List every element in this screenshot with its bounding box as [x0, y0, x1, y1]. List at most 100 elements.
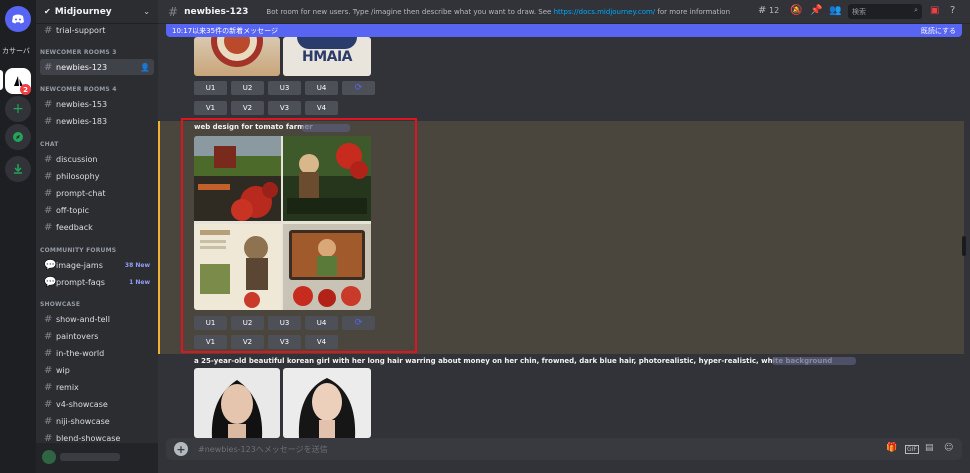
avatar[interactable] [42, 450, 56, 464]
pin-icon[interactable]: 📌 [810, 5, 822, 16]
channel-discussion[interactable]: # discussion [40, 151, 154, 167]
u2-button[interactable]: U2 [231, 81, 264, 95]
v3-button[interactable]: V3 [268, 101, 301, 115]
gift-icon[interactable]: 🎁 [886, 443, 897, 453]
channel-label: prompt-faqs [56, 277, 105, 287]
channel-off-topic[interactable]: # off-topic [40, 202, 154, 218]
category-newcomer-rooms-3[interactable]: NEWCOMER ROOMS 3 [40, 49, 117, 56]
message-image-tile[interactable] [283, 368, 371, 438]
attach-plus-icon[interactable]: + [174, 442, 188, 456]
u4-button[interactable]: U4 [305, 81, 338, 95]
message-image-tile-logo[interactable]: HMAIA [283, 37, 371, 76]
forum-image-jams[interactable]: 💬 image-jams 38 New [40, 257, 154, 273]
explore-servers-icon[interactable] [5, 124, 31, 150]
download-apps-icon[interactable] [5, 156, 31, 182]
channel-label: remix [56, 382, 79, 392]
channel-trial-support[interactable]: # trial-support [40, 22, 154, 38]
channel-label: wip [56, 365, 70, 375]
channel-label: off-topic [56, 205, 90, 215]
channel-newbies-183[interactable]: # newbies-183 [40, 113, 154, 129]
mute-bell-icon[interactable]: 🔕 [790, 5, 802, 16]
hash-icon: # [44, 432, 53, 444]
new-messages-bar[interactable]: 10:17以来35件の新着メッセージ 既読にする [166, 24, 962, 37]
channel-label: discussion [56, 154, 98, 164]
new-messages-text: 10:17以来35件の新着メッセージ [172, 26, 278, 35]
channel-v4-showcase[interactable]: # v4-showcase [40, 396, 154, 412]
v4-button[interactable]: V4 [305, 101, 338, 115]
v2-button[interactable]: V2 [231, 101, 264, 115]
message-image-tile[interactable] [194, 37, 280, 76]
hash-icon: # [44, 204, 53, 216]
emoji-icon[interactable]: ☺ [944, 443, 953, 453]
hash-icon: # [44, 115, 53, 127]
channel-label: v4-showcase [56, 399, 108, 409]
new-posts-badge: 1 New [129, 278, 150, 286]
channel-prompt-chat[interactable]: # prompt-chat [40, 185, 154, 201]
scrollbar-thumb[interactable] [962, 236, 966, 256]
docs-link[interactable]: https://docs.midjourney.com/ [554, 8, 656, 16]
message-composer[interactable]: + #newbies-123へメッセージを送信 [166, 438, 962, 460]
message-image-tile[interactable] [194, 368, 280, 438]
channel-label: feedback [56, 222, 93, 232]
discord-home-icon[interactable] [5, 6, 31, 32]
gif-icon[interactable]: GIF [905, 445, 919, 454]
category-community-forums[interactable]: COMMUNITY FORUMS [40, 247, 116, 254]
forum-icon: 💬 [44, 276, 57, 288]
new-posts-badge: 38 New [124, 261, 150, 269]
channel-feedback[interactable]: # feedback [40, 219, 154, 235]
blurred-mention [772, 357, 856, 365]
hash-icon: # [44, 170, 53, 182]
forum-icon: 💬 [44, 259, 57, 271]
u3-button[interactable]: U3 [268, 81, 301, 95]
hash-icon: # [44, 415, 53, 427]
sticker-icon[interactable]: ▤ [925, 443, 934, 453]
selected-server-pill [0, 70, 3, 90]
channel-label: newbies-123 [56, 62, 108, 72]
chevron-down-icon: ⌄ [143, 7, 150, 16]
threads-icon[interactable]: # [758, 5, 766, 16]
channel-label: philosophy [56, 171, 100, 181]
channel-niji-showcase[interactable]: # niji-showcase [40, 413, 154, 429]
hash-icon: # [44, 153, 53, 165]
hash-icon: # [44, 347, 53, 359]
channel-in-the-world[interactable]: # in-the-world [40, 345, 154, 361]
thread-count: 12 [769, 6, 780, 15]
search-placeholder: 検索 [852, 8, 866, 16]
member-list-icon[interactable]: 👥 [829, 5, 841, 16]
hash-icon: # [44, 221, 53, 233]
add-member-icon[interactable]: 👤 [140, 63, 150, 72]
category-chat[interactable]: CHAT [40, 141, 59, 148]
reroll-icon[interactable]: ⟳ [342, 81, 375, 95]
channel-newbies-153[interactable]: # newbies-153 [40, 96, 154, 112]
channel-title: newbies-123 [184, 6, 249, 17]
channel-label: in-the-world [56, 348, 105, 358]
channel-label: paintovers [56, 331, 99, 341]
mark-as-read-button[interactable]: 既読にする [921, 26, 956, 36]
server-header[interactable]: ✔ Midjourney ⌄ [36, 0, 158, 24]
channel-newbies-123[interactable]: # newbies-123 👤 [40, 59, 154, 75]
search-input[interactable]: 検索 ⌕ [848, 4, 922, 19]
v1-button[interactable]: V1 [194, 101, 227, 115]
topic-text-end: for more information [655, 7, 731, 16]
category-showcase[interactable]: SHOWCASE [40, 301, 80, 308]
forum-prompt-faqs[interactable]: 💬 prompt-faqs 1 New [40, 274, 154, 290]
channel-philosophy[interactable]: # philosophy [40, 168, 154, 184]
channel-wip[interactable]: # wip [40, 362, 154, 378]
u1-button[interactable]: U1 [194, 81, 227, 95]
hash-icon: # [44, 61, 53, 73]
hash-icon: # [168, 4, 179, 19]
prompt-text: a 25-year-old beautiful korean girl with… [194, 357, 833, 365]
add-server-icon[interactable]: + [5, 96, 31, 122]
topic-text: Bot room for new users. Type /imagine th… [266, 7, 554, 16]
channel-show-and-tell[interactable]: # show-and-tell [40, 311, 154, 327]
inbox-icon[interactable]: ▣ [930, 5, 939, 16]
server-rail: カサーバ 2 + [0, 0, 36, 473]
blurred-username [60, 453, 120, 461]
mention-badge: 2 [20, 84, 31, 95]
help-icon[interactable]: ? [950, 5, 955, 16]
hash-icon: # [44, 364, 53, 376]
channel-paintovers[interactable]: # paintovers [40, 328, 154, 344]
channel-label: blend-showcase [56, 433, 121, 443]
category-newcomer-rooms-4[interactable]: NEWCOMER ROOMS 4 [40, 86, 117, 93]
channel-remix[interactable]: # remix [40, 379, 154, 395]
